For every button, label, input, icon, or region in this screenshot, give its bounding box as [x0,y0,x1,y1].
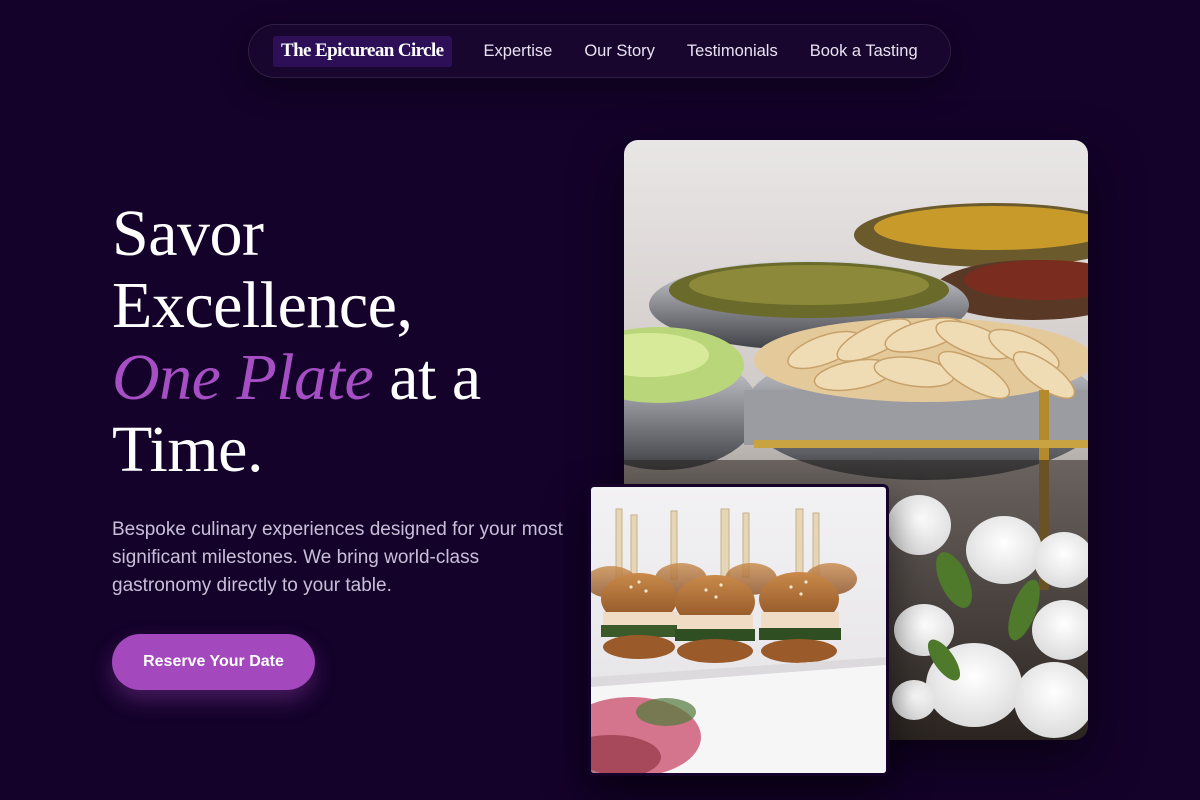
headline-accent: One Plate [112,341,374,414]
top-navigation: The Epicurean Circle Expertise Our Story… [248,24,951,78]
reserve-date-button[interactable]: Reserve Your Date [112,634,315,690]
sliders-appetizer-photo [588,484,889,776]
nav-link-testimonials[interactable]: Testimonials [687,42,778,61]
hero-headline: Savor Excellence, One Plate at a Time. [112,198,592,486]
headline-line-2: Excellence, [112,269,413,342]
sliders-illustration [591,487,886,773]
headline-line-1: Savor [112,197,264,270]
hero-description: Bespoke culinary experiences designed fo… [112,519,563,596]
page: The Epicurean Circle Expertise Our Story… [0,0,1200,800]
nav-link-our-story[interactable]: Our Story [584,42,655,61]
nav-link-expertise[interactable]: Expertise [484,42,553,61]
nav-link-book-tasting[interactable]: Book a Tasting [810,42,918,61]
headline-line-4: Time. [112,413,263,486]
brand-logo[interactable]: The Epicurean Circle [273,35,452,67]
hero-section: Savor Excellence, One Plate at a Time. B… [112,198,592,690]
headline-line-3-rest: at a [373,341,481,414]
